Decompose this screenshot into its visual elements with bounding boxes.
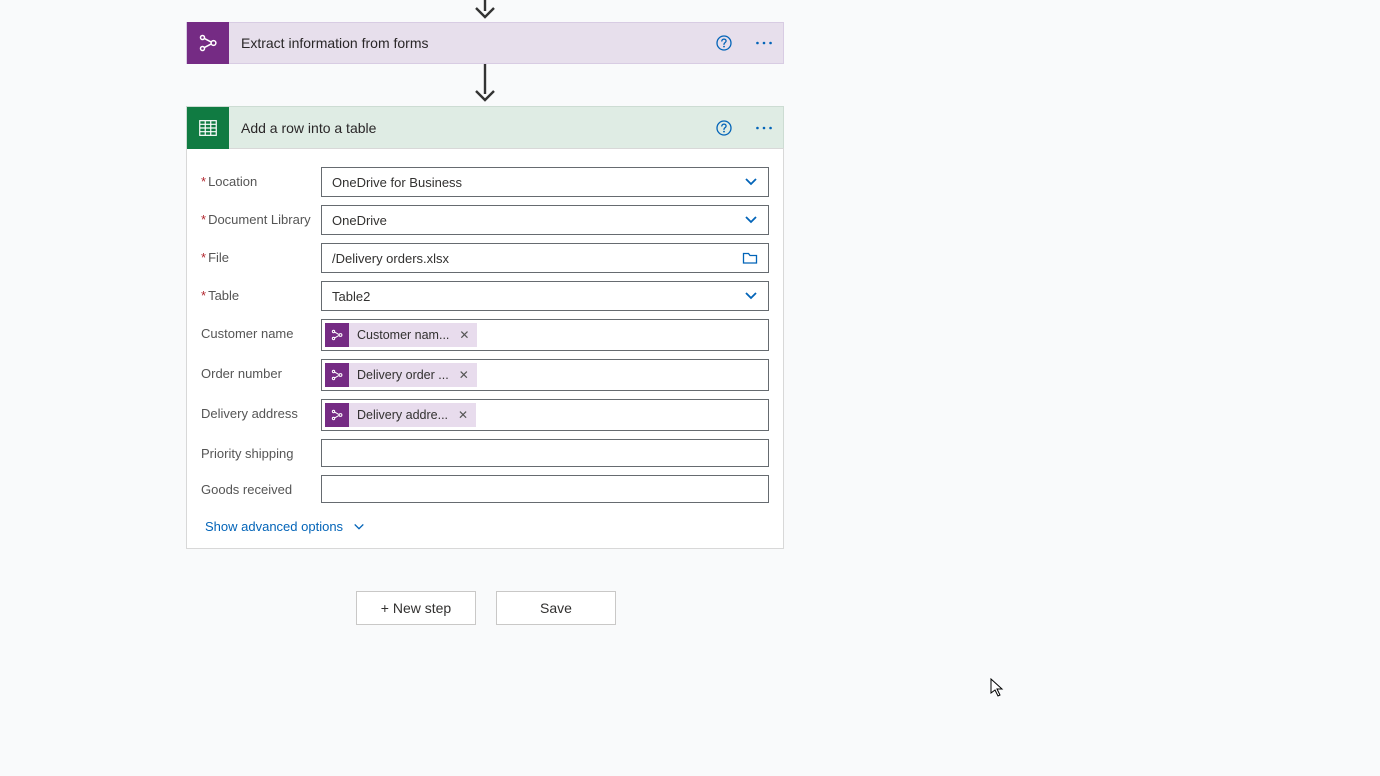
action-title: Add a row into a table	[229, 120, 376, 136]
action-add-row-card: Add a row into a table *Location OneDriv…	[186, 106, 784, 549]
label-delivery: Delivery address	[201, 399, 321, 421]
label-doclib: *Document Library	[201, 205, 321, 227]
more-icon[interactable]	[753, 32, 775, 54]
save-button[interactable]: Save	[496, 591, 616, 625]
action-title: Extract information from forms	[229, 35, 429, 51]
chevron-down-icon	[744, 175, 758, 189]
new-step-button[interactable]: + New step	[356, 591, 476, 625]
file-input[interactable]: /Delivery orders.xlsx	[321, 243, 769, 273]
chevron-down-icon	[744, 289, 758, 303]
token-remove-icon[interactable]: ✕	[449, 368, 477, 382]
ai-builder-token-icon	[325, 403, 349, 427]
label-customer: Customer name	[201, 319, 321, 341]
action-extract-info-header[interactable]: Extract information from forms	[186, 22, 784, 64]
ai-builder-token-icon	[325, 323, 349, 347]
label-table: *Table	[201, 281, 321, 303]
dynamic-content-token[interactable]: Customer nam... ✕	[325, 323, 477, 347]
label-priority: Priority shipping	[201, 439, 321, 461]
table-dropdown[interactable]: Table2	[321, 281, 769, 311]
folder-picker-icon[interactable]	[742, 250, 758, 266]
ai-builder-token-icon	[325, 363, 349, 387]
priority-shipping-input[interactable]	[321, 439, 769, 467]
label-location: *Location	[201, 167, 321, 189]
chevron-down-icon	[744, 213, 758, 227]
show-advanced-options-link[interactable]: Show advanced options	[205, 519, 365, 534]
mouse-cursor-icon	[990, 678, 1006, 701]
goods-received-input[interactable]	[321, 475, 769, 503]
customer-name-input[interactable]: Customer nam... ✕	[321, 319, 769, 351]
order-number-input[interactable]: Delivery order ... ✕	[321, 359, 769, 391]
dynamic-content-token[interactable]: Delivery addre... ✕	[325, 403, 476, 427]
delivery-address-input[interactable]: Delivery addre... ✕	[321, 399, 769, 431]
ai-builder-connector-icon	[187, 22, 229, 64]
more-icon[interactable]	[753, 117, 775, 139]
flow-arrow-down-1	[186, 0, 784, 22]
doclib-dropdown[interactable]: OneDrive	[321, 205, 769, 235]
help-icon[interactable]	[713, 32, 735, 54]
label-goods: Goods received	[201, 475, 321, 497]
location-dropdown[interactable]: OneDrive for Business	[321, 167, 769, 197]
token-remove-icon[interactable]: ✕	[449, 328, 477, 342]
excel-connector-icon	[187, 107, 229, 149]
dynamic-content-token[interactable]: Delivery order ... ✕	[325, 363, 477, 387]
action-add-row-header[interactable]: Add a row into a table	[186, 106, 784, 148]
flow-arrow-down-2	[186, 64, 784, 106]
token-remove-icon[interactable]: ✕	[448, 408, 476, 422]
help-icon[interactable]	[713, 117, 735, 139]
label-order: Order number	[201, 359, 321, 381]
label-file: *File	[201, 243, 321, 265]
